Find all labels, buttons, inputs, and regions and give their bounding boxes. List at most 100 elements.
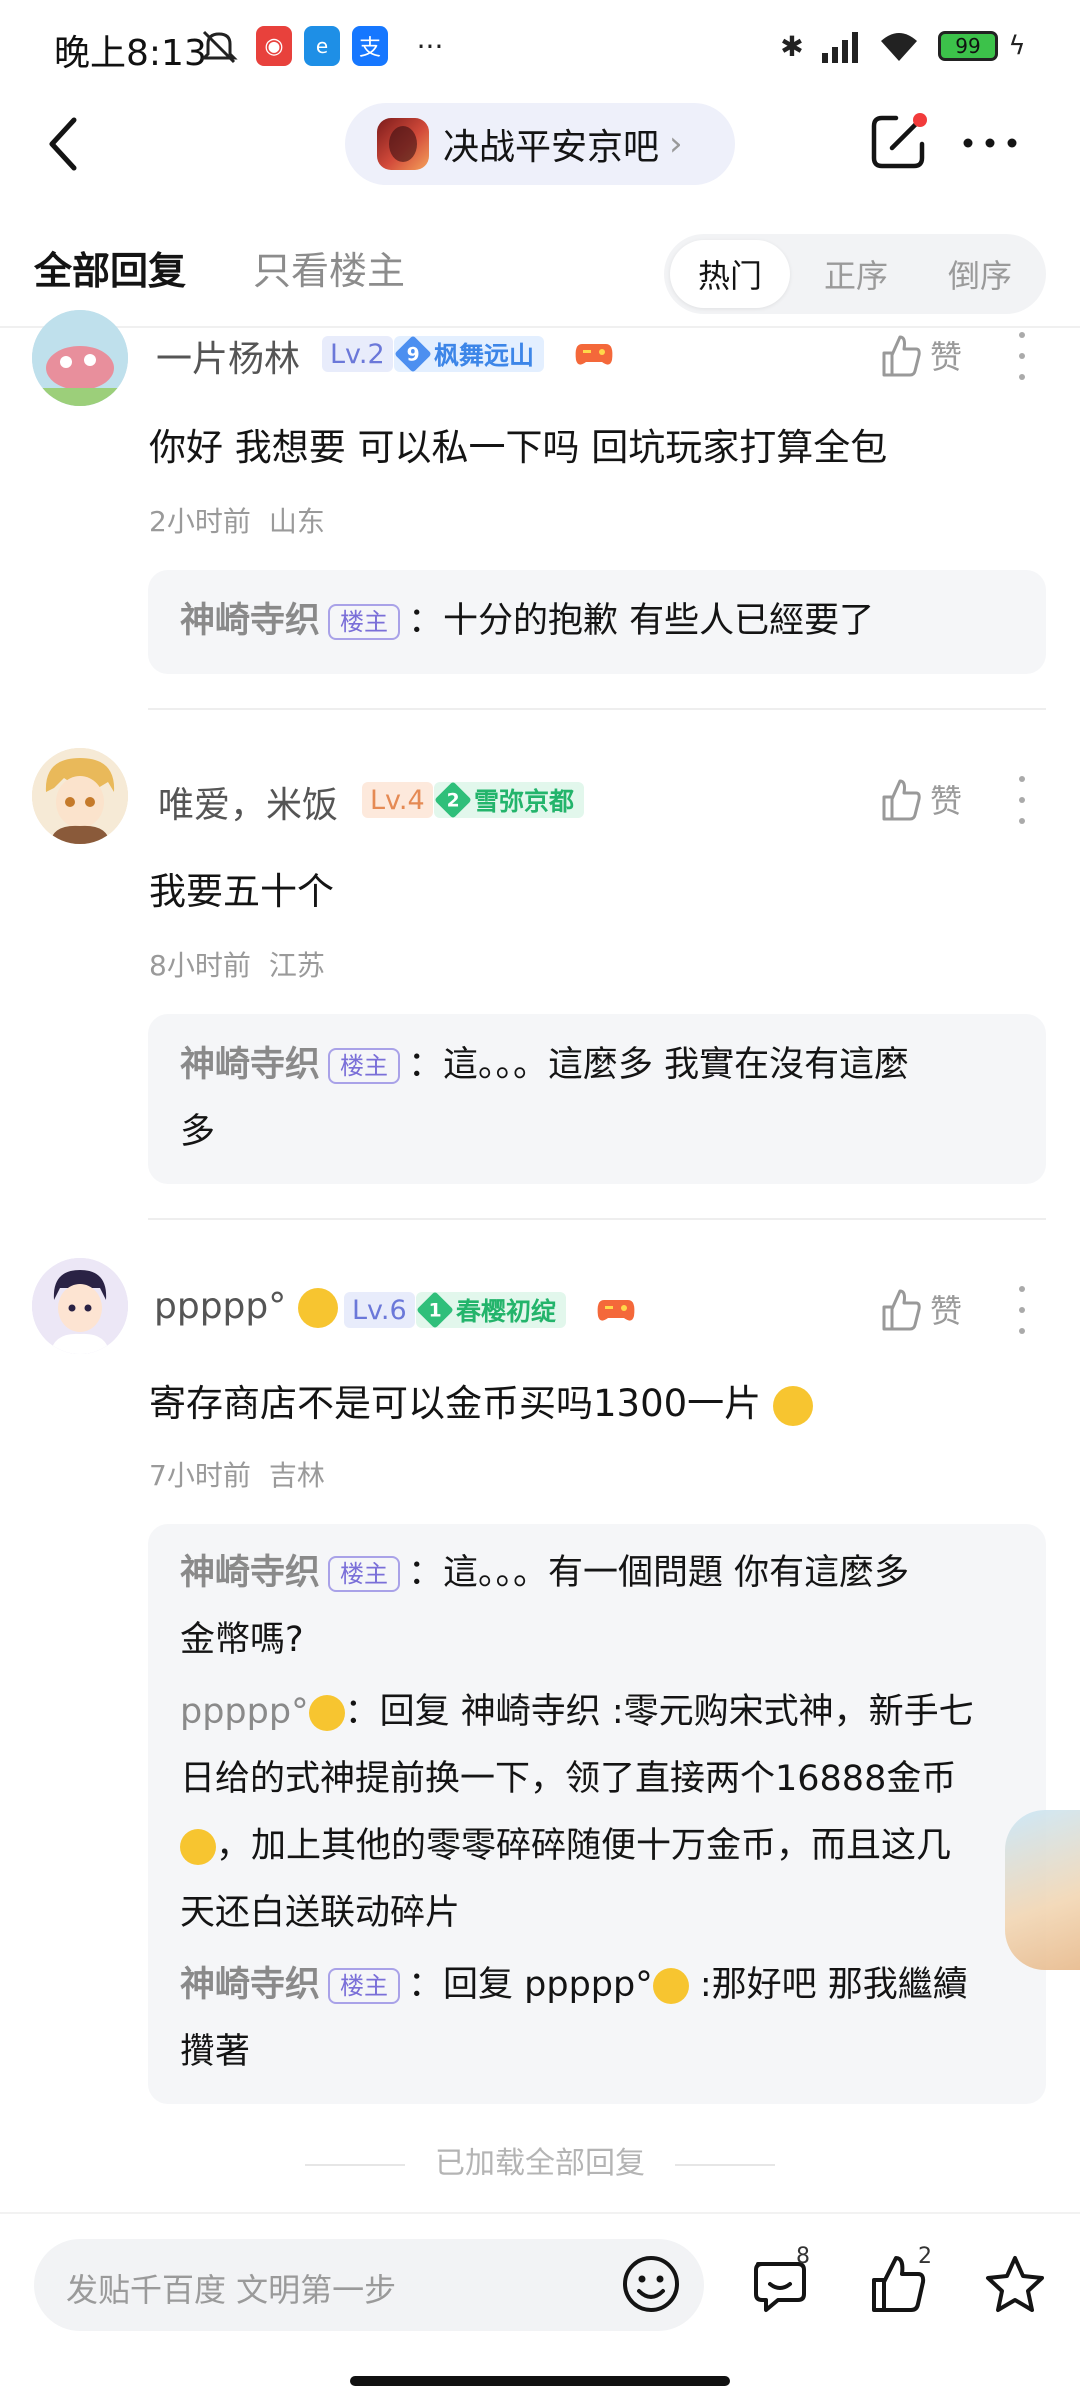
reply-text: ，加上其他的零零碎碎随便十万金币，而且这几 xyxy=(216,1826,952,1866)
like-label: 赞 xyxy=(930,338,963,376)
reply-line: 天还白送联动碎片 xyxy=(180,1893,461,1933)
comment-meta: 8小时前 江苏 xyxy=(149,944,343,984)
honor-badge: 1 春樱初绽 xyxy=(416,1291,567,1329)
alipay-icon: 支 xyxy=(352,26,388,66)
star-icon xyxy=(986,2256,1044,2312)
signal-icon xyxy=(818,26,868,66)
reply-text: :那好吧 那我繼續 xyxy=(699,1965,968,2005)
username-text: ppppp° xyxy=(154,1286,287,1327)
like-button[interactable]: 赞 xyxy=(880,330,990,380)
reply-line: 神崎寺织 楼主 ：十分的抱歉 有些人已經要了 xyxy=(180,601,875,641)
disappointed-emoji-icon xyxy=(297,1288,338,1328)
comment-text-content: 寄存商店不是可以金币买吗1300一片 xyxy=(149,1382,762,1425)
thumbs-up-icon xyxy=(882,779,921,821)
reply-box[interactable]: 神崎寺织 楼主 ：這。。。有一個問題 你有這麼多 金幣嗎? ppppp° ：回复 神崎… xyxy=(148,1524,1046,2104)
home-indicator[interactable] xyxy=(350,2376,730,2386)
sort-hot[interactable]: 热门 xyxy=(670,240,790,308)
username[interactable]: 唯爱，米饭 xyxy=(158,776,338,828)
forum-link[interactable]: 决战平安京吧 › xyxy=(345,103,735,185)
forum-avatar xyxy=(377,118,429,170)
reply-box[interactable]: 神崎寺织 楼主 ：十分的抱歉 有些人已經要了 xyxy=(148,570,1046,674)
reply-author-text: ppppp° xyxy=(180,1692,309,1732)
mute-icon xyxy=(196,26,242,66)
reply-line: 日给的式神提前换一下，领了直接两个16888金币 xyxy=(180,1759,957,1799)
tab-op-only[interactable]: 只看楼主 xyxy=(253,240,405,295)
sort-asc[interactable]: 正序 xyxy=(796,240,916,308)
reply-text: 這。。。這麼多 我實在沒有這麼 xyxy=(443,1045,910,1085)
reply-author[interactable]: 神崎寺织 xyxy=(180,601,320,641)
comment-text: 我要五十个 xyxy=(149,870,334,913)
gamepad-icon xyxy=(596,1294,636,1326)
username[interactable]: 一片杨林 xyxy=(156,330,300,382)
reply-text: 回复 ppppp° xyxy=(443,1965,653,2005)
sort-desc[interactable]: 倒序 xyxy=(920,240,1040,308)
reply-line: ，加上其他的零零碎碎随便十万金币，而且这几 xyxy=(180,1813,1022,1880)
floating-promo[interactable] xyxy=(1005,1810,1080,1970)
reply-author[interactable]: ppppp° xyxy=(180,1692,345,1732)
reply-text: 這。。。有一個問題 你有這麼多 xyxy=(443,1553,910,1593)
chevron-right-icon: › xyxy=(669,124,683,164)
avatar[interactable] xyxy=(32,748,128,844)
battery-level: 99 xyxy=(938,31,998,61)
thinking-emoji-icon xyxy=(772,1385,813,1426)
sort-selector: 热门 正序 倒序 xyxy=(664,234,1046,314)
netease-music-icon: ◉ xyxy=(256,26,292,66)
charging-icon: ϟ xyxy=(1008,31,1026,61)
gamepad-icon xyxy=(574,338,614,370)
comment-meta: 2小时前 山东 xyxy=(149,500,343,540)
comment-time: 8小时前 xyxy=(149,949,251,982)
compose-button[interactable] xyxy=(868,112,928,172)
honor-badge-number: 1 xyxy=(428,1299,442,1321)
reply-text: 十分的抱歉 有些人已經要了 xyxy=(443,601,875,641)
like-label: 赞 xyxy=(930,782,963,820)
favorite-button[interactable] xyxy=(982,2252,1048,2318)
more-notifications-icon: ··· xyxy=(416,29,444,63)
back-button[interactable] xyxy=(40,112,90,176)
reply-line: 多 xyxy=(180,1112,216,1152)
divider xyxy=(148,1218,1046,1220)
battery-icon: 99 xyxy=(934,26,1002,66)
like-button[interactable]: 赞 xyxy=(880,1284,990,1334)
bluetooth-icon: ✱ xyxy=(780,29,804,63)
reply-author[interactable]: 神崎寺织 xyxy=(180,1965,320,2005)
thinking-emoji-icon xyxy=(180,1829,216,1865)
reply-text: 回复 神崎寺织 :零元购宋式神，新手七 xyxy=(379,1692,974,1732)
thumbs-up-icon xyxy=(882,335,921,377)
like-count: 2 xyxy=(918,2244,932,2269)
honor-badge: 2 雪弥京都 xyxy=(434,781,585,819)
level-badge: Lv.6 xyxy=(344,1292,415,1328)
like-button[interactable]: 赞 xyxy=(880,774,990,824)
comment-more-button[interactable] xyxy=(1012,776,1032,824)
honor-badge-name: 雪弥京都 xyxy=(474,787,575,816)
honor-badge-number: 9 xyxy=(406,343,420,365)
comment-more-button[interactable] xyxy=(1012,332,1032,380)
browser-app-icon: e xyxy=(304,26,340,66)
op-tag: 楼主 xyxy=(328,604,401,640)
reply-author[interactable]: 神崎寺织 xyxy=(180,1045,320,1085)
reply-author[interactable]: 神崎寺织 xyxy=(180,1553,320,1593)
comment-more-button[interactable] xyxy=(1012,1286,1032,1334)
status-bar: 晚上8:13 ◉ e 支 ··· ✱ 99 ϟ xyxy=(0,0,1080,96)
comment-count: 8 xyxy=(796,2244,810,2269)
tab-all-replies[interactable]: 全部回复 xyxy=(34,240,186,295)
comment-location: 江苏 xyxy=(268,949,325,982)
avatar[interactable] xyxy=(32,1258,128,1354)
reply-input[interactable]: 发贴千百度 文明第一步 xyxy=(34,2239,704,2331)
emoji-icon[interactable] xyxy=(620,2253,682,2315)
comment-time: 2小时前 xyxy=(149,505,251,538)
avatar[interactable] xyxy=(32,310,128,406)
more-options-button[interactable] xyxy=(960,128,1020,158)
level-badge: Lv.4 xyxy=(362,782,433,818)
username[interactable]: ppppp° xyxy=(154,1286,338,1328)
op-tag: 楼主 xyxy=(328,1968,401,2004)
thumbs-up-icon xyxy=(882,1289,921,1331)
disappointed-emoji-icon xyxy=(308,1695,345,1731)
honor-badge-name: 枫舞远山 xyxy=(434,341,535,370)
reply-line: 神崎寺织 楼主 ：這。。。有一個問題 你有這麼多 xyxy=(180,1553,910,1593)
reply-line: 攢著 xyxy=(180,2032,251,2072)
all-loaded-label: 已加载全部回复 xyxy=(0,2138,1080,2182)
honor-badge-number: 2 xyxy=(446,789,460,811)
wifi-icon xyxy=(876,26,922,66)
reply-line: ppppp° ：回复 神崎寺织 :零元购宋式神，新手七 xyxy=(180,1692,974,1732)
reply-box[interactable]: 神崎寺织 楼主 ：這。。。這麼多 我實在沒有這麼 多 xyxy=(148,1014,1046,1184)
